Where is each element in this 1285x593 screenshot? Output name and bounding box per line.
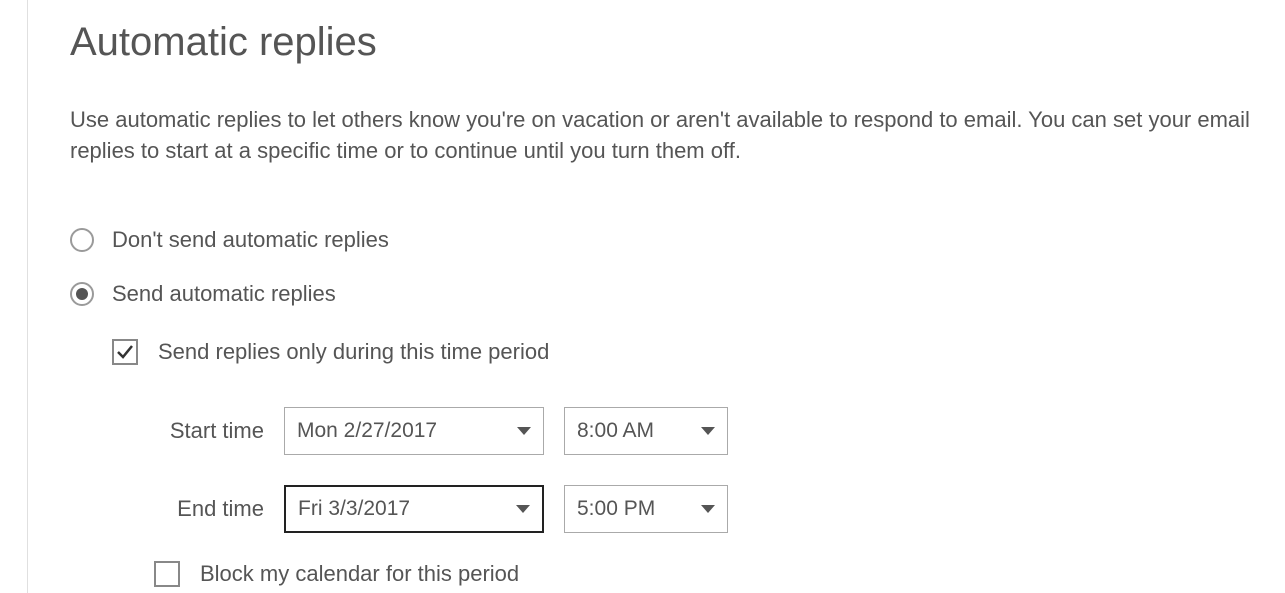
- checkbox-block-calendar[interactable]: [154, 561, 180, 587]
- start-date-dropdown[interactable]: Mon 2/27/2017: [284, 407, 544, 455]
- page-title: Automatic replies: [70, 20, 1285, 65]
- chevron-down-icon: [701, 505, 715, 513]
- start-time-value: 8:00 AM: [577, 419, 654, 443]
- automatic-replies-panel: Automatic replies Use automatic replies …: [70, 0, 1285, 587]
- block-calendar-row[interactable]: Block my calendar for this period: [154, 561, 1285, 587]
- chevron-down-icon: [516, 505, 530, 513]
- send-only-period-row[interactable]: Send replies only during this time perio…: [112, 339, 1285, 365]
- block-calendar-section: Block my calendar for this period: [154, 561, 1285, 587]
- start-time-dropdown[interactable]: 8:00 AM: [564, 407, 728, 455]
- start-date-value: Mon 2/27/2017: [297, 419, 437, 443]
- block-calendar-label: Block my calendar for this period: [200, 561, 519, 587]
- end-date-dropdown[interactable]: Fri 3/3/2017: [284, 485, 544, 533]
- auto-reply-radio-group: Don't send automatic replies Send automa…: [70, 227, 1285, 307]
- end-time-value: 5:00 PM: [577, 497, 655, 521]
- end-time-dropdown[interactable]: 5:00 PM: [564, 485, 728, 533]
- time-pickers: Start time Mon 2/27/2017 8:00 AM End tim…: [154, 407, 1285, 533]
- radio-dont-send[interactable]: [70, 228, 94, 252]
- radio-send-row[interactable]: Send automatic replies: [70, 281, 1285, 307]
- start-time-label: Start time: [154, 418, 264, 444]
- left-nav-edge: [0, 0, 28, 593]
- chevron-down-icon: [517, 427, 531, 435]
- check-icon: [115, 342, 135, 362]
- end-date-value: Fri 3/3/2017: [298, 497, 410, 521]
- radio-send[interactable]: [70, 282, 94, 306]
- time-period-section: Send replies only during this time perio…: [112, 339, 1285, 587]
- end-time-label: End time: [154, 496, 264, 522]
- send-only-period-label: Send replies only during this time perio…: [158, 339, 549, 365]
- radio-dont-send-label: Don't send automatic replies: [112, 227, 389, 253]
- description-text: Use automatic replies to let others know…: [70, 105, 1285, 167]
- chevron-down-icon: [701, 427, 715, 435]
- radio-send-label: Send automatic replies: [112, 281, 336, 307]
- radio-dont-send-row[interactable]: Don't send automatic replies: [70, 227, 1285, 253]
- checkbox-send-only-period[interactable]: [112, 339, 138, 365]
- end-time-row: End time Fri 3/3/2017 5:00 PM: [154, 485, 1285, 533]
- start-time-row: Start time Mon 2/27/2017 8:00 AM: [154, 407, 1285, 455]
